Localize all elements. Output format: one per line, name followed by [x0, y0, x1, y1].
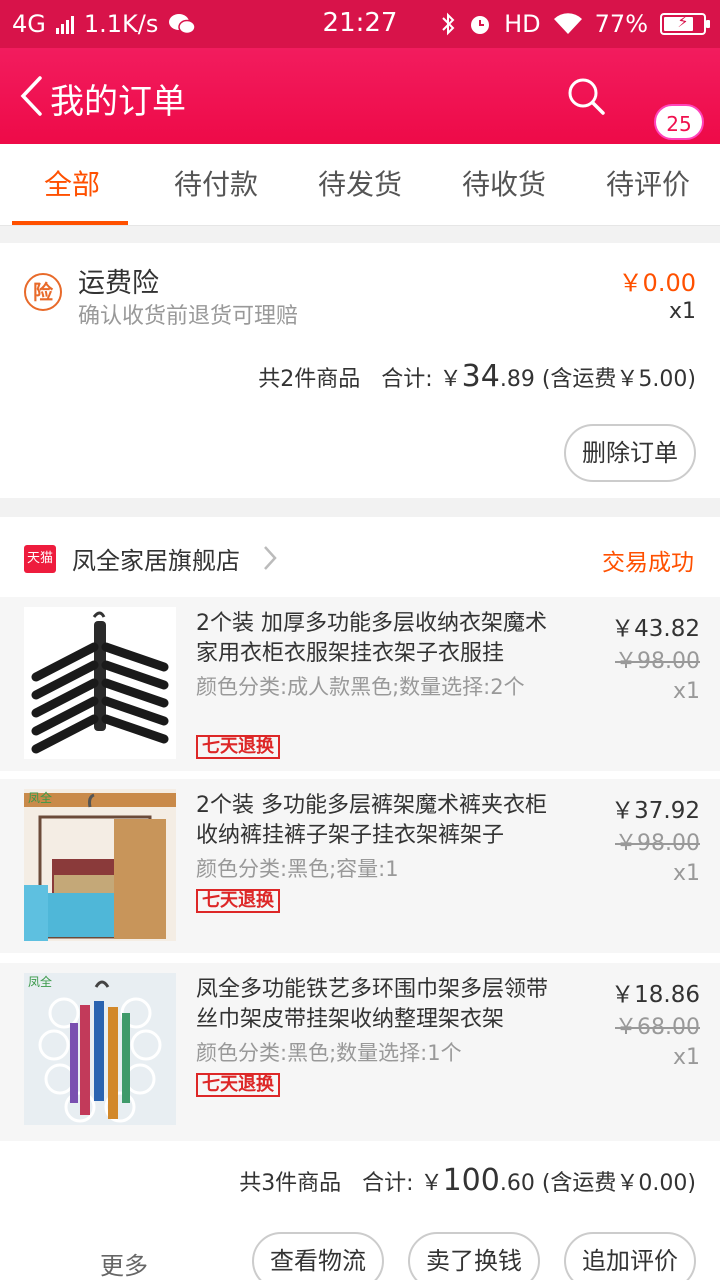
battery-percent: 77% — [594, 10, 648, 38]
item-count: 共3件商品 — [239, 1171, 342, 1196]
total-decimal: .60 — [499, 1171, 535, 1196]
original-price: ￥98.00 — [615, 649, 700, 674]
search-icon[interactable] — [566, 76, 606, 116]
page-title: 我的订单 — [50, 82, 186, 122]
shipping-fee: (含运费￥5.00) — [541, 367, 696, 392]
product-image: 凤全 — [24, 973, 176, 1125]
total-integer: 100 — [442, 1163, 500, 1198]
chevron-right-icon[interactable] — [262, 545, 278, 571]
product-qty: x1 — [672, 861, 700, 886]
order-summary: 共3件商品 合计: ￥100.60 (含运费￥0.00) — [239, 1163, 696, 1198]
shop-name[interactable]: 凤全家居旗舰店 — [72, 541, 240, 576]
order-card-1: 险 运费险 确认收货前退货可理赔 ￥0.00 x1 共2件商品 合计: ￥34.… — [0, 243, 720, 498]
insurance-qty: x1 — [668, 299, 696, 324]
insurance-subtitle: 确认收货前退货可理赔 — [78, 304, 299, 329]
product-qty: x1 — [672, 1045, 700, 1070]
tab-all[interactable]: 全部 — [0, 144, 144, 225]
image-watermark: 凤全 — [28, 791, 53, 805]
product-spec: 颜色分类:成人款黑色;数量选择:2个 — [196, 675, 525, 699]
order-card-2: 天猫 凤全家居旗舰店 交易成功 2个装 加厚多功能多层收纳衣架魔术家用衣柜衣服架… — [0, 517, 720, 1280]
resell-button[interactable]: 卖了换钱 — [408, 1232, 540, 1280]
seven-day-return-tag: 七天退换 — [196, 1073, 280, 1097]
product-price: ￥43.82 — [611, 616, 700, 642]
product-qty: x1 — [672, 679, 700, 704]
original-price: ￥68.00 — [615, 1015, 700, 1040]
bluetooth-icon — [442, 12, 455, 36]
insurance-price: ￥0.00 — [618, 269, 696, 297]
tmall-icon: 天猫 — [24, 545, 56, 573]
back-arrow-icon[interactable] — [18, 76, 46, 116]
battery-icon: ⚡ — [660, 12, 710, 35]
alarm-icon — [471, 16, 490, 34]
message-count-badge[interactable]: 25 — [654, 104, 704, 140]
insurance-icon: 险 — [24, 273, 62, 311]
order-status: 交易成功 — [602, 550, 694, 576]
seven-day-return-tag: 七天退换 — [196, 735, 280, 759]
product-title: 凤全多功能铁艺多环围巾架多层领带丝巾架皮带挂架收纳整理架衣架 — [196, 977, 549, 1032]
total-label: 合计: ￥ — [362, 1171, 443, 1196]
seven-day-return-tag: 七天退换 — [196, 889, 280, 913]
delete-order-button[interactable]: 删除订单 — [564, 424, 696, 482]
total-decimal: .89 — [499, 367, 535, 392]
product-image — [24, 607, 176, 759]
tab-pending-shipment[interactable]: 待发货 — [288, 144, 432, 225]
image-watermark: 凤全 — [28, 975, 53, 989]
wifi-icon — [553, 13, 582, 34]
list-item[interactable]: 凤全 凤全多功能铁艺多环围巾架多层领带丝巾架皮带挂架收纳整理架衣架 颜色分类:黑… — [0, 963, 720, 1141]
more-actions-link[interactable]: 更多 — [100, 1246, 148, 1280]
tab-pending-receipt[interactable]: 待收货 — [432, 144, 576, 225]
product-title: 2个装 多功能多层裤架魔术裤夹衣柜收纳裤挂裤子架子挂衣架裤架子 — [196, 793, 547, 848]
hd-indicator: HD — [504, 10, 541, 38]
product-image: 凤全 — [24, 789, 176, 941]
order-tabs: 全部 待付款 待发货 待收货 待评价 — [0, 144, 720, 226]
product-spec: 颜色分类:黑色;数量选择:1个 — [196, 1041, 462, 1065]
total-label: 合计: ￥ — [381, 367, 462, 392]
item-count: 共2件商品 — [258, 367, 361, 392]
original-price: ￥98.00 — [615, 831, 700, 856]
product-price: ￥37.92 — [611, 798, 700, 824]
tab-pending-payment[interactable]: 待付款 — [144, 144, 288, 225]
insurance-title: 运费险 — [78, 268, 159, 299]
list-item[interactable]: 凤全 2个装 多功能多层裤架魔术裤夹衣柜收纳裤挂裤子架子挂衣架裤架子 颜色分类:… — [0, 779, 720, 953]
view-logistics-button[interactable]: 查看物流 — [252, 1232, 384, 1280]
app-header: 我的订单 25 — [0, 48, 720, 144]
product-spec: 颜色分类:黑色;容量:1 — [196, 857, 399, 881]
add-review-button[interactable]: 追加评价 — [564, 1232, 696, 1280]
tab-pending-review[interactable]: 待评价 — [576, 144, 720, 225]
shipping-fee: (含运费￥0.00) — [541, 1171, 696, 1196]
total-integer: 34 — [461, 359, 500, 394]
status-bar: 4G 1.1K/s 21:27 HD 77% ⚡ — [0, 0, 720, 48]
list-item[interactable]: 2个装 加厚多功能多层收纳衣架魔术家用衣柜衣服架挂衣架子衣服挂 颜色分类:成人款… — [0, 597, 720, 771]
product-price: ￥18.86 — [611, 982, 700, 1008]
order-summary: 共2件商品 合计: ￥34.89 (含运费￥5.00) — [258, 359, 696, 394]
product-title: 2个装 加厚多功能多层收纳衣架魔术家用衣柜衣服架挂衣架子衣服挂 — [196, 611, 547, 666]
